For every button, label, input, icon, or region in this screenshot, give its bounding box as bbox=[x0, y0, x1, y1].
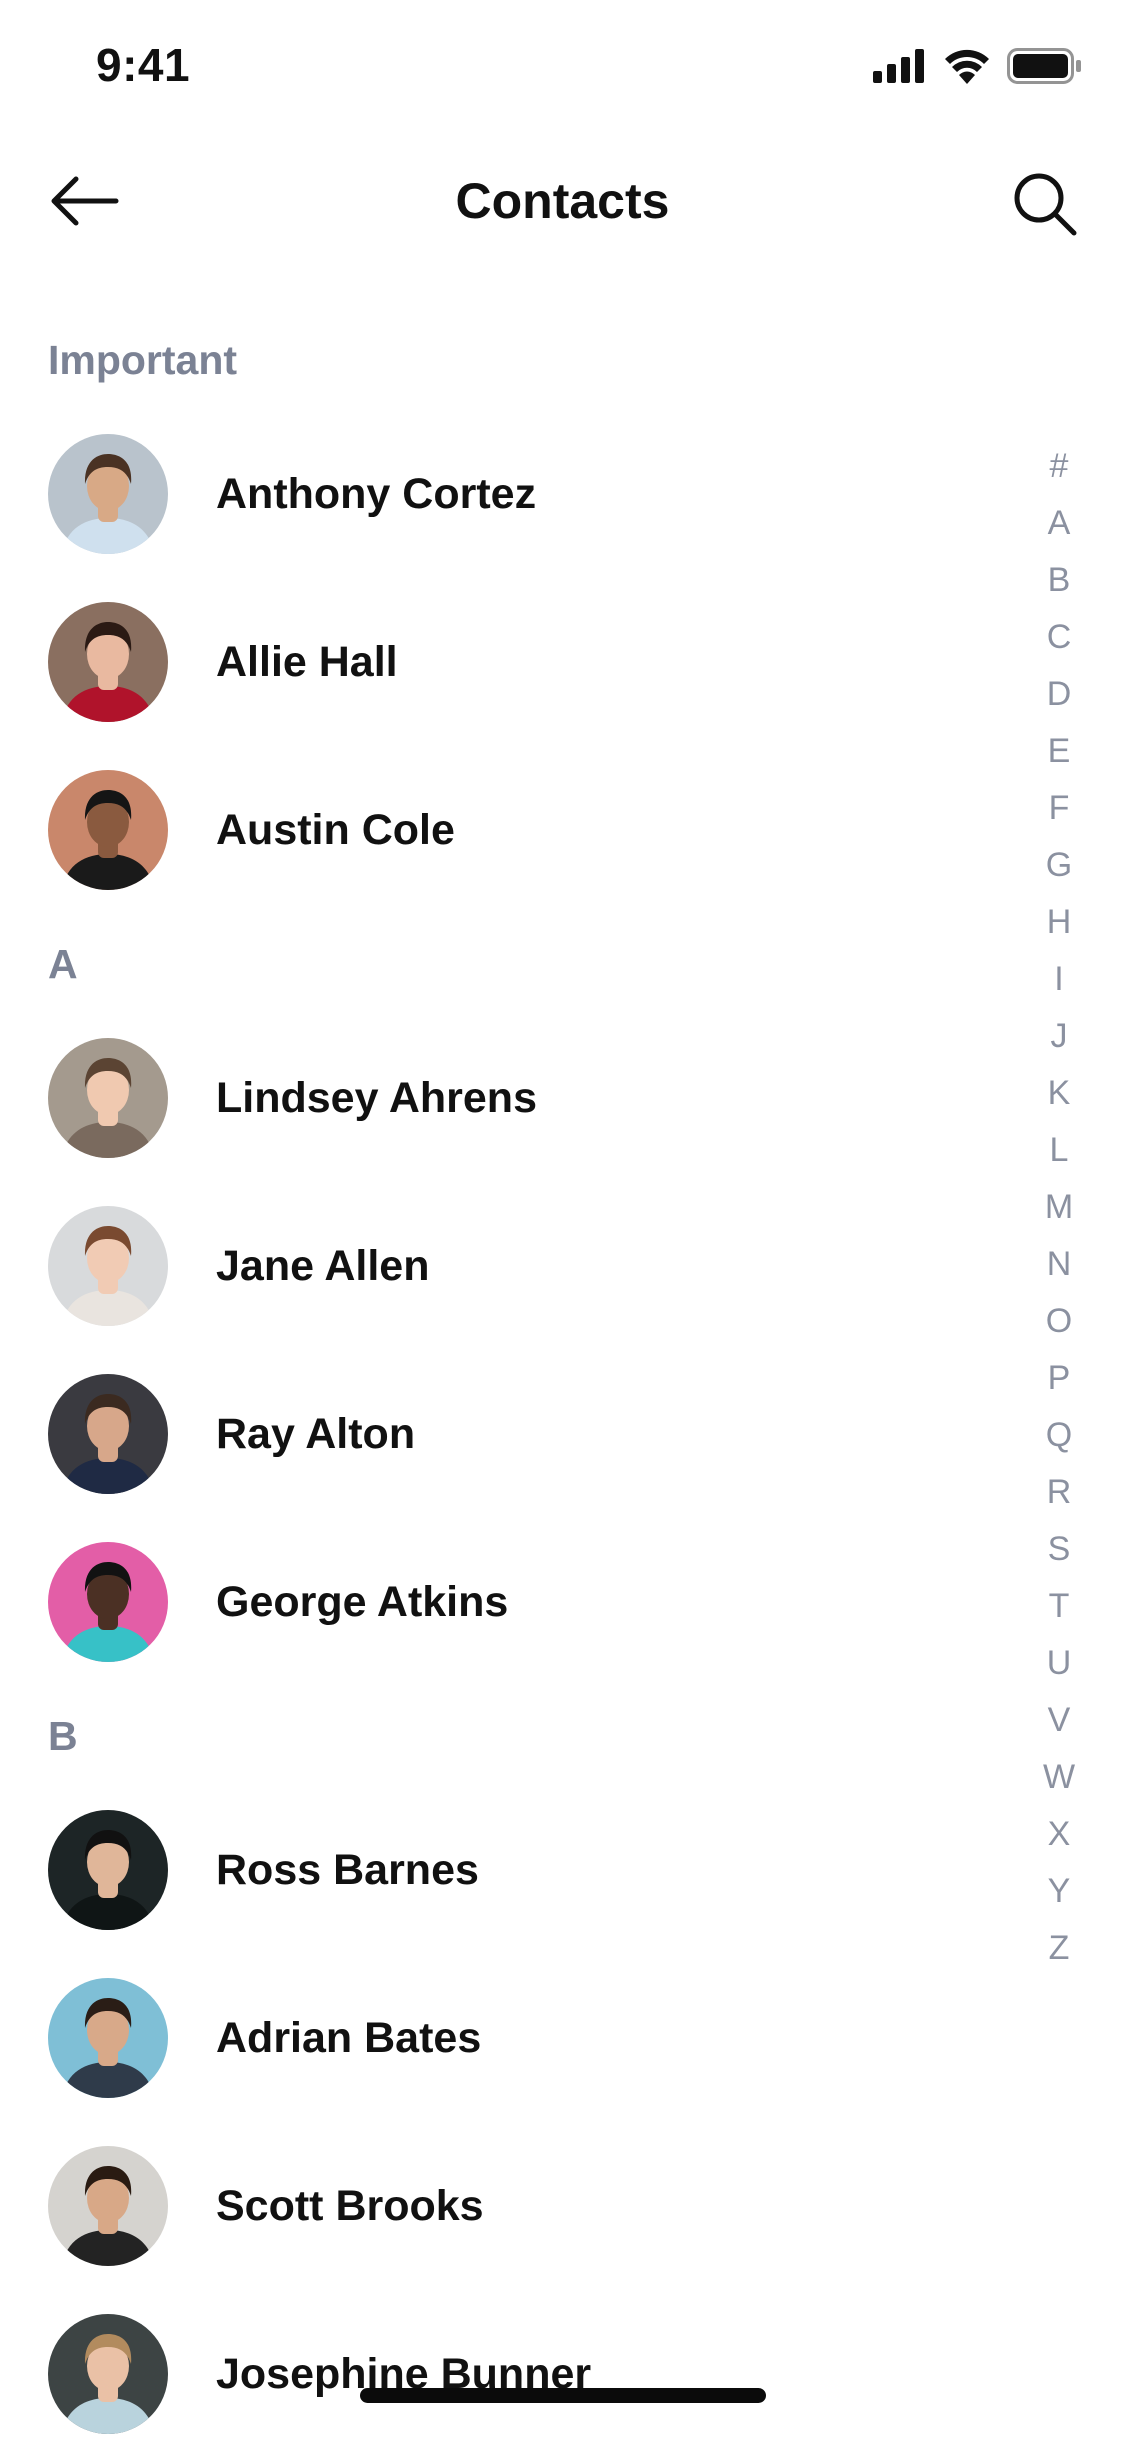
alpha-index-letter[interactable]: H bbox=[1047, 894, 1072, 951]
alpha-index-letter[interactable]: B bbox=[1048, 552, 1071, 609]
avatar bbox=[48, 1542, 168, 1662]
alpha-index-letter[interactable]: A bbox=[1048, 495, 1071, 552]
alpha-index-letter[interactable]: L bbox=[1050, 1122, 1069, 1179]
alpha-index-letter[interactable]: Q bbox=[1046, 1407, 1072, 1464]
contact-name: George Atkins bbox=[216, 1577, 509, 1626]
contact-name: Adrian Bates bbox=[216, 2013, 482, 2062]
contact-row[interactable]: Adrian Bates bbox=[0, 1954, 1000, 2122]
avatar bbox=[48, 2146, 168, 2266]
section-header: B bbox=[48, 1712, 78, 1759]
alpha-index-letter[interactable]: E bbox=[1048, 723, 1071, 780]
section-header: A bbox=[48, 940, 78, 987]
avatar bbox=[48, 1374, 168, 1494]
avatar bbox=[48, 2314, 168, 2434]
status-icons bbox=[873, 48, 1083, 89]
alpha-index-letter[interactable]: P bbox=[1048, 1350, 1071, 1407]
contact-row[interactable]: Jane Allen bbox=[0, 1182, 1000, 1350]
alpha-index-letter[interactable]: Z bbox=[1049, 1920, 1070, 1977]
battery-icon bbox=[1007, 48, 1083, 89]
avatar bbox=[48, 1206, 168, 1326]
contact-list: Important Anthony Cortez Allie Hall Austin … bbox=[0, 310, 1000, 2458]
alpha-index-letter[interactable]: J bbox=[1051, 1008, 1068, 1065]
avatar bbox=[48, 602, 168, 722]
avatar bbox=[48, 1038, 168, 1158]
contact-name: Ross Barnes bbox=[216, 1845, 479, 1894]
alpha-index-letter[interactable]: F bbox=[1049, 780, 1070, 837]
avatar bbox=[48, 1810, 168, 1930]
alpha-index-letter[interactable]: N bbox=[1047, 1236, 1072, 1293]
contact-row[interactable]: Austin Cole bbox=[0, 746, 1000, 914]
avatar bbox=[48, 1978, 168, 2098]
alpha-index-letter[interactable]: X bbox=[1048, 1806, 1071, 1863]
contact-name: Allie Hall bbox=[216, 637, 398, 686]
nav-bar: Contacts bbox=[0, 150, 1125, 260]
contact-row[interactable]: Josephine Bunner bbox=[0, 2290, 1000, 2458]
avatar bbox=[48, 434, 168, 554]
page-title: Contacts bbox=[455, 173, 670, 229]
signal-icon bbox=[873, 49, 927, 88]
alpha-index-letter[interactable]: T bbox=[1049, 1578, 1070, 1635]
alpha-index-letter[interactable]: # bbox=[1050, 438, 1069, 495]
alpha-index-letter[interactable]: G bbox=[1046, 837, 1072, 894]
alpha-index-letter[interactable]: O bbox=[1046, 1293, 1072, 1350]
alphabet-index[interactable]: # A B C D E F G H I J K L M N O P Q R S T U V W X Y Z bbox=[1033, 438, 1085, 1977]
alpha-index-letter[interactable]: S bbox=[1048, 1521, 1071, 1578]
alpha-index-letter[interactable]: K bbox=[1048, 1065, 1071, 1122]
contact-row[interactable]: Allie Hall bbox=[0, 578, 1000, 746]
contact-name: Anthony Cortez bbox=[216, 469, 537, 518]
contact-name: Ray Alton bbox=[216, 1409, 416, 1458]
contact-row[interactable]: Anthony Cortez bbox=[0, 410, 1000, 578]
alpha-index-letter[interactable]: C bbox=[1047, 609, 1072, 666]
alpha-index-letter[interactable]: Y bbox=[1048, 1863, 1071, 1920]
contact-name: Austin Cole bbox=[216, 805, 455, 854]
wifi-icon bbox=[943, 48, 991, 89]
alpha-index-letter[interactable]: V bbox=[1048, 1692, 1071, 1749]
contact-row[interactable]: George Atkins bbox=[0, 1518, 1000, 1686]
alpha-index-letter[interactable]: U bbox=[1047, 1635, 1072, 1692]
status-bar: 9:41 bbox=[0, 0, 1125, 132]
alpha-index-letter[interactable]: M bbox=[1045, 1179, 1073, 1236]
contact-name: Lindsey Ahrens bbox=[216, 1073, 537, 1122]
contact-row[interactable]: Ross Barnes bbox=[0, 1786, 1000, 1954]
alpha-index-letter[interactable]: I bbox=[1054, 951, 1063, 1008]
alpha-index-letter[interactable]: R bbox=[1047, 1464, 1072, 1521]
avatar bbox=[48, 770, 168, 890]
search-button[interactable] bbox=[1005, 166, 1085, 246]
alpha-index-letter[interactable]: D bbox=[1047, 666, 1072, 723]
section-header: Important bbox=[48, 336, 238, 383]
contact-name: Jane Allen bbox=[216, 1241, 430, 1290]
contact-row[interactable]: Lindsey Ahrens bbox=[0, 1014, 1000, 1182]
contact-name: Scott Brooks bbox=[216, 2181, 484, 2230]
contact-row[interactable]: Scott Brooks bbox=[0, 2122, 1000, 2290]
home-indicator bbox=[360, 2388, 766, 2403]
contact-row[interactable]: Ray Alton bbox=[0, 1350, 1000, 1518]
search-icon bbox=[1012, 171, 1078, 242]
status-time: 9:41 bbox=[96, 39, 191, 91]
alpha-index-letter[interactable]: W bbox=[1043, 1749, 1075, 1806]
